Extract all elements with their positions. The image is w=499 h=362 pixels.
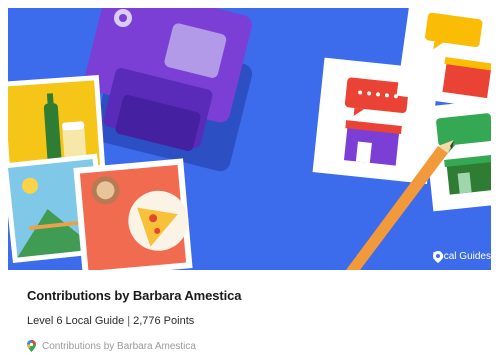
contributions-card[interactable]: Local Guides Contributions by Barbara Am…: [8, 8, 491, 362]
meta-separator: |: [127, 315, 131, 327]
location-pin-icon: [432, 251, 443, 263]
profile-info: Contributions by Barbara Amestica Level …: [8, 270, 491, 362]
local-guides-banner: Local Guides: [8, 8, 491, 270]
guide-meta: Level 6 Local Guide | 2,776 Points: [27, 315, 194, 327]
banner-illustration: [8, 8, 491, 270]
guide-points: 2,776 Points: [133, 315, 195, 327]
yellow-review-card: [396, 8, 491, 111]
maps-pin-icon: [27, 340, 36, 352]
pizza-photo: [73, 158, 193, 270]
attribution-text: Contributions by Barbara Amestica: [42, 340, 196, 352]
guide-level: Level 6 Local Guide: [27, 315, 125, 327]
camera-illustration: [84, 8, 253, 172]
local-guides-badge: Local Guides: [432, 251, 491, 263]
contributions-title[interactable]: Contributions by Barbara Amestica: [27, 288, 241, 303]
attribution-row[interactable]: Contributions by Barbara Amestica: [27, 340, 196, 352]
